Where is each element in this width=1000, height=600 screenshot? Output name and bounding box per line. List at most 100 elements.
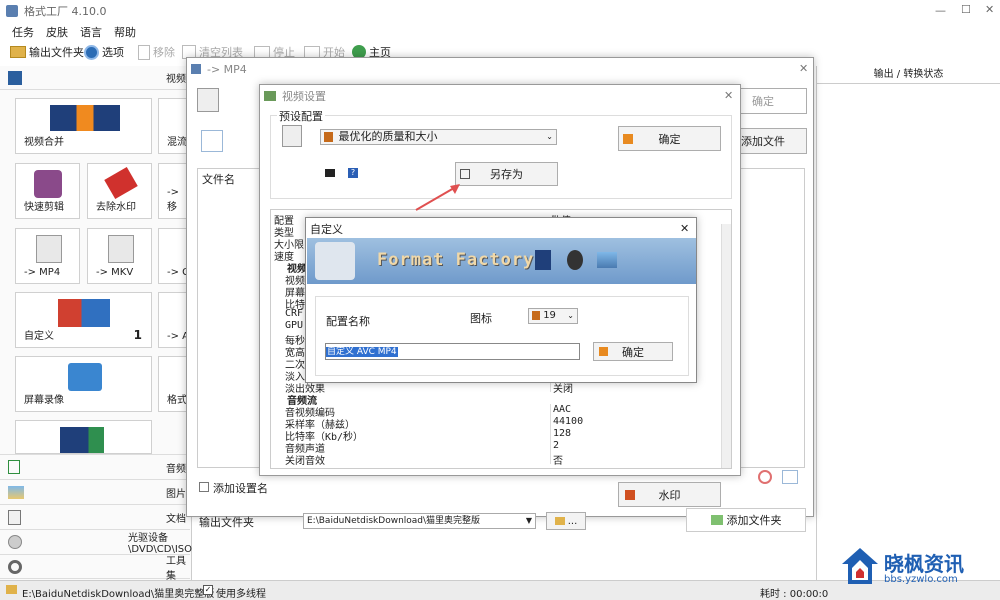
custom-dialog-close[interactable]: ✕ [680,222,689,235]
output-folder-label: 输出文件夹 [199,516,254,529]
music-icon [8,460,20,474]
save-as-button[interactable]: 另存为 [455,162,558,186]
tile-video-merge[interactable]: 视频合并 [15,98,152,154]
clear-icon[interactable] [758,470,772,484]
watermark-logo: 晓枫资讯 bbs.yzwlo.com [836,546,976,590]
mp4-format-icon [197,88,219,112]
menu-bar: 任务 皮肤 语言 帮助 [12,24,136,39]
disc-icon [8,535,22,549]
speaker-icon [567,250,583,270]
video-icon [8,70,22,85]
output-status-panel: 输出 / 转换状态 [816,66,1000,580]
custom-ok-button[interactable]: 确定 [593,342,673,361]
output-status-header: 输出 / 转换状态 [817,66,1000,84]
chevron-down-icon: ⌄ [567,311,574,320]
custom-count: 1 [133,328,142,342]
category-audio[interactable]: 音频 [0,454,190,479]
chevron-down-icon: ▼ [525,516,532,525]
table-scrollbar[interactable] [721,224,731,468]
table-row[interactable]: 比特率（Kb/秒） 128 [271,428,729,443]
ok-arrow-icon [623,133,633,144]
video-settings-titlebar: 视频设置 ✕ [260,85,740,107]
help-icon[interactable]: ? [348,168,358,178]
remove-button[interactable]: 移除 [138,42,175,62]
maximize-button[interactable]: ☐ [961,3,971,16]
scissors-film-icon [34,170,62,198]
tile-remove-watermark[interactable]: 去除水印 [87,163,152,219]
tile-screen-record[interactable]: 屏幕录像 [15,356,152,412]
window-title: 格式工厂 4.10.0 [24,5,107,18]
preset-ok-button[interactable]: 确定 [618,126,721,151]
category-tools[interactable]: 工具集 [0,554,190,582]
custom-dialog-titlebar: 自定义 ✕ [310,222,690,236]
eraser-icon [104,166,138,200]
custom-dialog: 自定义 ✕ Format Factory 配置名称 图标 19 ⌄ 自定义 AV… [305,217,697,383]
watermark-button[interactable]: 水印 [618,482,721,507]
tile-custom[interactable]: 自定义 1 [15,292,152,348]
table-row[interactable]: 音频声道 2 [271,440,729,455]
tile-video-globe[interactable] [15,420,152,454]
mp4-window-close[interactable]: ✕ [799,62,808,75]
folder-icon [554,517,565,525]
table-row[interactable]: 音视频编码 AAC [271,404,729,419]
video-settings-icon [264,91,276,101]
config-name-input[interactable]: 自定义 AVC MP4 [325,343,580,360]
output-folder-button[interactable]: 输出文件夹 [10,42,84,62]
tools-icon [8,559,22,574]
chevron-down-icon: ⌄ [546,132,553,141]
mp4-window-icon [191,64,201,74]
menu-language[interactable]: 语言 [80,24,102,39]
save-icon [460,169,470,179]
table-row[interactable]: 关闭音效否 [271,452,729,467]
watermark-icon [625,489,635,500]
table-row[interactable]: 采样率（赫兹） 44100 [271,416,729,431]
cmd-icon[interactable] [325,169,335,177]
list-action-icons [736,468,802,488]
preview-icon[interactable] [782,470,798,484]
audio-stream-group[interactable]: 音频流 [271,392,729,407]
title-bar: 格式工厂 4.10.0 — ☐ ✕ [0,0,1000,22]
icon-label: 图标 [470,312,492,325]
multithread-label: 使用多线程 [216,589,266,600]
folder-small-icon [6,585,17,594]
category-document[interactable]: 文档 [0,504,190,529]
category-disc[interactable]: 光驱设备\DVD\CD\ISO [0,529,192,555]
mkv-file-icon [108,235,134,263]
video-globe-icon [60,427,104,453]
video-settings-close[interactable]: ✕ [724,89,733,102]
multithread-checkbox[interactable]: ✓ [203,585,213,595]
picture-icon [597,252,617,268]
close-button[interactable]: ✕ [985,3,994,16]
menu-skin[interactable]: 皮肤 [46,24,68,39]
menu-help[interactable]: 帮助 [114,24,136,39]
custom-form-group [315,296,689,376]
category-image[interactable]: 图片 [0,479,190,504]
preset-select[interactable]: 最优化的质量和大小 ⌄ [320,129,557,145]
tile-to-mkv[interactable]: -> MKV [87,228,152,284]
icon-select[interactable]: 19 ⌄ [528,308,578,324]
menu-task[interactable]: 任务 [12,24,34,39]
mp4-file-icon [36,235,62,263]
tile-to-mp4[interactable]: -> MP4 [15,228,80,284]
scissors-icon[interactable] [201,130,223,152]
output-path-select[interactable]: E:\BaiduNetdiskDownload\猫里奥完整版 ▼ [303,513,536,529]
mp4-window-titlebar: -> MP4 ✕ [187,58,813,80]
format-factory-banner: Format Factory [307,238,696,284]
preset-icon [324,132,333,142]
options-button[interactable]: 选项 [84,42,124,62]
video-category-header[interactable]: 视频 [0,66,192,90]
preset-format-icon [282,125,302,147]
left-panel: 视频 视频合并 混流 快速剪辑 去除水印 -> 移 -> MP4 -> MKV … [0,66,192,582]
add-setting-name-checkbox[interactable] [199,482,209,492]
add-folder-icon [710,515,723,525]
config-name-label: 配置名称 [326,315,370,328]
banner-logo-icon [315,242,355,280]
remove-icon [138,44,150,60]
annotation-arrow [415,184,460,211]
status-path[interactable]: E:\BaiduNetdiskDownload\猫里奥完整版 [22,585,214,600]
tile-quick-clip[interactable]: 快速剪辑 [15,163,80,219]
minimize-button[interactable]: — [935,4,946,17]
logo-name: 晓枫资讯 [884,552,964,576]
add-folder-button[interactable]: 添加文件夹 [686,508,806,532]
browse-folder-button[interactable]: ... [546,512,586,530]
